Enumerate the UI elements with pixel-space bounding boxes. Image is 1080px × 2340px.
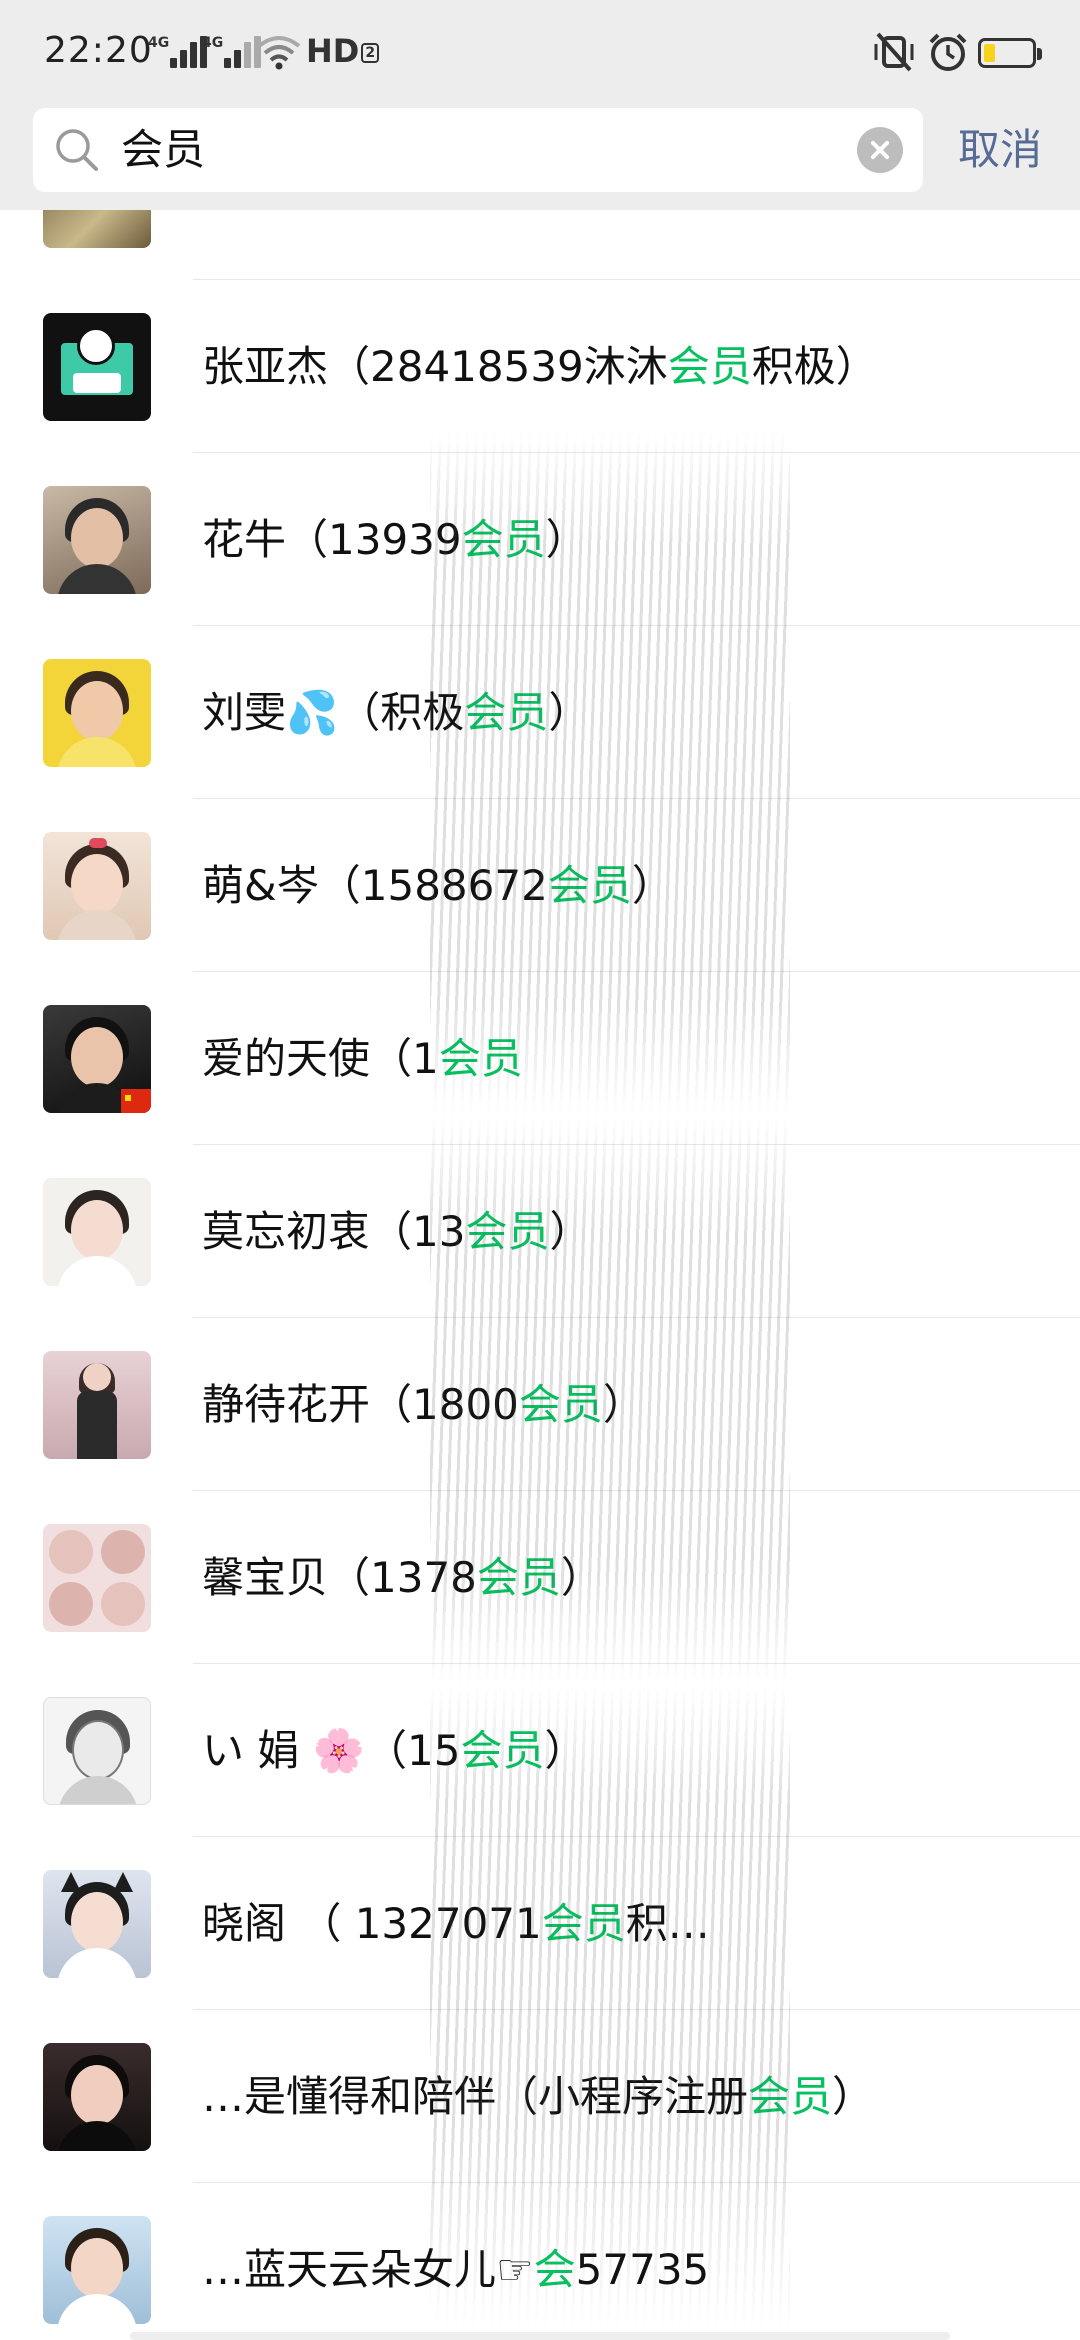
list-item[interactable]: 花牛（13939会员）: [0, 453, 1080, 626]
result-name: 莫忘初衷（13会员）: [202, 1206, 592, 1256]
avatar: [43, 1350, 151, 1459]
battery-icon: [978, 38, 1042, 68]
search-screen: 22:20 4G 4G HD 2 会员 取消 张亚杰（28418539沐沐会员积…: [0, 0, 1080, 2340]
signal-label: 4G: [202, 35, 224, 51]
list-item[interactable]: 爱的天使（1会员: [0, 972, 1080, 1145]
avatar: [43, 312, 151, 421]
avatar: [43, 658, 151, 767]
list-item[interactable]: …蓝天云朵女儿☞会57735: [0, 2183, 1080, 2340]
avatar: [43, 210, 151, 248]
result-name: 刘雯💦（积极会员）: [202, 687, 591, 737]
list-item[interactable]: 晓阁 （ 1327071会员积…: [0, 1837, 1080, 2010]
list-item[interactable]: 莫忘初衷（13会员）: [0, 1145, 1080, 1318]
status-time: 22:20: [44, 30, 153, 71]
result-name: 馨宝贝（1378会员）: [202, 1552, 603, 1602]
avatar: [43, 1696, 151, 1805]
scroll-track: [130, 2332, 950, 2340]
cancel-button[interactable]: 取消: [958, 118, 1042, 182]
result-name: 爱的天使（1会员: [202, 1033, 523, 1083]
list-item[interactable]: い 娟 🌸（15会员）: [0, 1664, 1080, 1837]
result-name: 静待花开（1800会员）: [202, 1379, 645, 1429]
avatar: [43, 485, 151, 594]
result-name: 萌&岑（1588672会员）: [202, 860, 674, 910]
signal-icon: 4G: [202, 34, 264, 70]
search-header: 22:20 4G 4G HD 2 会员 取消: [0, 0, 1080, 210]
list-item[interactable]: …是懂得和陪伴（小程序注册会员）: [0, 2010, 1080, 2183]
alarm-icon: [929, 33, 967, 71]
list-item[interactable]: [0, 210, 1080, 280]
search-bar: [33, 108, 923, 192]
avatar: [43, 2042, 151, 2151]
clear-icon[interactable]: [857, 127, 903, 173]
list-item[interactable]: 静待花开（1800会员）: [0, 1318, 1080, 1491]
result-name: い 娟 🌸（15会员）: [202, 1725, 587, 1775]
search-results-list: 张亚杰（28418539沐沐会员积极） 花牛（13939会员） 刘雯💦（积极会员…: [0, 210, 1080, 2340]
result-name: 花牛（13939会员）: [202, 514, 588, 564]
avatar: [43, 2215, 151, 2324]
hd-indicator: HD 2: [306, 32, 380, 70]
avatar: [43, 1523, 151, 1632]
signal-icon: 4G: [148, 34, 210, 70]
result-name: 张亚杰（28418539沐沐会员积极）: [202, 341, 878, 391]
avatar: [43, 831, 151, 940]
avatar: [43, 1869, 151, 1978]
search-input[interactable]: [121, 126, 821, 174]
result-name: …蓝天云朵女儿☞会57735: [202, 2244, 710, 2294]
list-item[interactable]: 张亚杰（28418539沐沐会员积极）: [0, 280, 1080, 453]
list-item[interactable]: 刘雯💦（积极会员）: [0, 626, 1080, 799]
list-item[interactable]: 馨宝贝（1378会员）: [0, 1491, 1080, 1664]
avatar: [43, 1177, 151, 1286]
status-bar: 22:20 4G 4G HD 2: [0, 0, 1080, 100]
search-icon: [56, 129, 98, 171]
list-item[interactable]: 萌&岑（1588672会员）: [0, 799, 1080, 972]
avatar: [43, 1004, 151, 1113]
result-name: …是懂得和陪伴（小程序注册会员）: [202, 2071, 875, 2121]
signal-label: 4G: [148, 35, 170, 51]
result-name: 晓阁 （ 1327071会员积…: [202, 1898, 710, 1948]
mute-vibrate-icon: [874, 32, 914, 72]
wifi-icon: [257, 36, 301, 70]
